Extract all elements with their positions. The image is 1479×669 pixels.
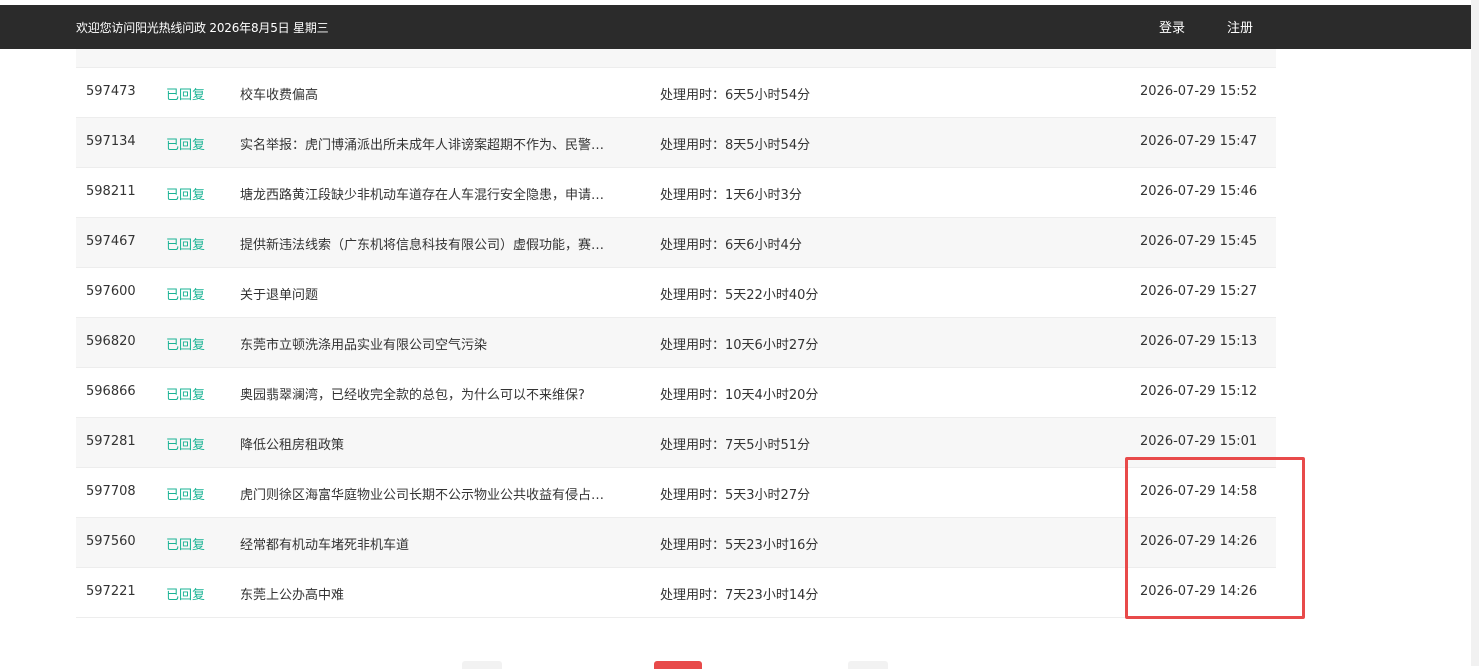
row-id: 597221	[86, 584, 136, 599]
row-date: 2026-07-29 15:47	[1140, 134, 1258, 149]
table-row[interactable]: 597560 已回复 经常都有机动车堵死非机车道 处理用时：5天23小时16分 2026…	[76, 518, 1276, 568]
processing-time: 处理用时：5天23小时16分	[660, 538, 819, 553]
row-title-link[interactable]: 经常都有机动车堵死非机车道	[240, 534, 635, 553]
table-row[interactable]: 597134 已回复 实名举报：虎门博涌派出所未成年人诽谤案超期不作为、民警… 处理用…	[76, 118, 1276, 168]
row-date: 2026-07-29 14:26	[1140, 584, 1258, 599]
row-title-link[interactable]: 实名举报：虎门博涌派出所未成年人诽谤案超期不作为、民警…	[240, 134, 635, 153]
row-id: 598211	[86, 184, 136, 199]
processing-time: 处理用时：6天5小时54分	[660, 88, 811, 103]
table-row[interactable]: 597708 已回复 虎门则徐区海富华庭物业公司长期不公示物业公共收益有侵占… 处理用…	[76, 468, 1276, 518]
status-label: 已回复	[166, 188, 206, 203]
row-title-link[interactable]: 虎门则徐区海富华庭物业公司长期不公示物业公共收益有侵占…	[240, 484, 635, 503]
status-label: 已回复	[166, 588, 206, 603]
table-row[interactable]: 597467 已回复 提供新违法线索（广东机将信息科技有限公司）虚假功能，赛… 处理用…	[76, 218, 1276, 268]
row-id: 597708	[86, 484, 136, 499]
login-link[interactable]: 登录	[1159, 17, 1185, 36]
row-date: 2026-07-29 15:13	[1140, 334, 1258, 349]
row-title-link[interactable]: 塘龙西路黄江段缺少非机动车道存在人车混行安全隐患，申请…	[240, 184, 635, 203]
table-row[interactable]: 597600 已回复 关于退单问题 处理用时：5天22小时40分 2026-07-29 …	[76, 268, 1276, 318]
table-row[interactable]: 598211 已回复 塘龙西路黄江段缺少非机动车道存在人车混行安全隐患，申请… 处理用…	[76, 168, 1276, 218]
row-id: 596820	[86, 334, 136, 349]
row-id: 596866	[86, 384, 136, 399]
row-date: 2026-07-29 15:01	[1140, 434, 1258, 449]
row-date: 2026-07-29 15:52	[1140, 84, 1258, 99]
processing-time: 处理用时：7天5小时51分	[660, 438, 811, 453]
register-link[interactable]: 注册	[1227, 17, 1253, 36]
row-id: 597281	[86, 434, 136, 449]
processing-time: 处理用时：1天6小时3分	[660, 188, 802, 203]
processing-time: 处理用时：5天3小时27分	[660, 488, 811, 503]
status-label: 已回复	[166, 238, 206, 253]
complaint-list: 597473 已回复 校车收费偏高 处理用时：6天5小时54分 2026-07-29 1…	[76, 49, 1276, 618]
row-title-link[interactable]: 降低公租房租政策	[240, 434, 635, 453]
processing-time: 处理用时：8天5小时54分	[660, 138, 811, 153]
table-row-partial	[76, 49, 1276, 68]
welcome-text: 欢迎您访问阳光热线问政 2026年8月5日 星期三	[76, 21, 329, 35]
row-title-link[interactable]: 奥园翡翠澜湾，已经收完全款的总包，为什么可以不来维保?	[240, 384, 635, 403]
row-date: 2026-07-29 15:45	[1140, 234, 1258, 249]
row-id: 597600	[86, 284, 136, 299]
row-id: 597467	[86, 234, 136, 249]
row-title-link[interactable]: 东莞市立顿洗涤用品实业有限公司空气污染	[240, 334, 635, 353]
scrollbar[interactable]	[1471, 0, 1479, 666]
status-label: 已回复	[166, 538, 206, 553]
row-id: 597560	[86, 534, 136, 549]
row-date: 2026-07-29 14:26	[1140, 534, 1258, 549]
status-label: 已回复	[166, 488, 206, 503]
processing-time: 处理用时：6天6小时4分	[660, 238, 802, 253]
row-date: 2026-07-29 15:27	[1140, 284, 1258, 299]
processing-time: 处理用时：7天23小时14分	[660, 588, 819, 603]
row-title-link[interactable]: 东莞上公办高中难	[240, 584, 635, 603]
row-id: 597473	[86, 84, 136, 99]
processing-time: 处理用时：5天22小时40分	[660, 288, 819, 303]
row-id: 597134	[86, 134, 136, 149]
row-date: 2026-07-29 15:12	[1140, 384, 1258, 399]
table-row[interactable]: 597221 已回复 东莞上公办高中难 处理用时：7天23小时14分 2026-07-2…	[76, 568, 1276, 618]
top-bar: 欢迎您访问阳光热线问政 2026年8月5日 星期三 登录 注册	[0, 5, 1471, 49]
processing-time: 处理用时：10天4小时20分	[660, 388, 819, 403]
pagination-button[interactable]	[848, 661, 888, 669]
processing-time: 处理用时：10天6小时27分	[660, 338, 819, 353]
table-row[interactable]: 596820 已回复 东莞市立顿洗涤用品实业有限公司空气污染 处理用时：10天6小时2…	[76, 318, 1276, 368]
table-row[interactable]: 596866 已回复 奥园翡翠澜湾，已经收完全款的总包，为什么可以不来维保? 处理用时…	[76, 368, 1276, 418]
status-label: 已回复	[166, 438, 206, 453]
table-row[interactable]: 597281 已回复 降低公租房租政策 处理用时：7天5小时51分 2026-07-29…	[76, 418, 1276, 468]
row-date: 2026-07-29 15:46	[1140, 184, 1258, 199]
row-date: 2026-07-29 14:58	[1140, 484, 1258, 499]
status-label: 已回复	[166, 138, 206, 153]
status-label: 已回复	[166, 88, 206, 103]
row-title-link[interactable]: 关于退单问题	[240, 284, 635, 303]
row-title-link[interactable]: 提供新违法线索（广东机将信息科技有限公司）虚假功能，赛…	[240, 234, 635, 253]
status-label: 已回复	[166, 388, 206, 403]
row-title-link[interactable]: 校车收费偏高	[240, 84, 635, 103]
status-label: 已回复	[166, 288, 206, 303]
table-row[interactable]: 597473 已回复 校车收费偏高 处理用时：6天5小时54分 2026-07-29 1…	[76, 68, 1276, 118]
status-label: 已回复	[166, 338, 206, 353]
pagination-button-active[interactable]	[654, 661, 702, 669]
pagination-button[interactable]	[462, 661, 502, 669]
